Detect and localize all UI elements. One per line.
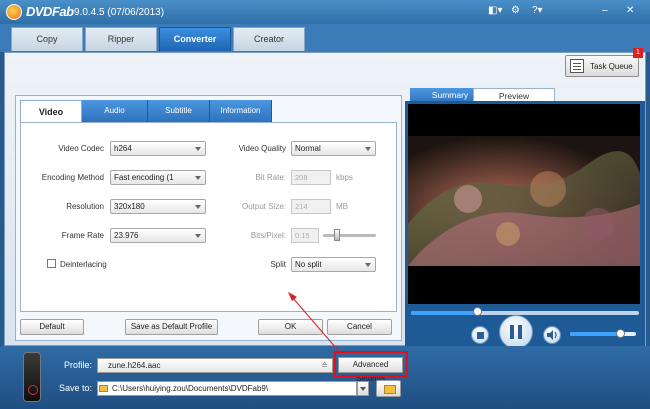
bits-pixel-field: 0.15	[291, 228, 319, 243]
zune-device-icon	[23, 352, 41, 402]
seek-handle[interactable]	[473, 307, 482, 316]
deinterlacing-label: Deinterlacing	[60, 260, 107, 269]
cancel-button[interactable]: Cancel	[327, 319, 392, 335]
bit-rate-label: Bit Rate:	[255, 173, 286, 182]
pause-icon	[510, 325, 514, 339]
chevron-down-icon	[365, 263, 371, 267]
volume-slider[interactable]	[570, 332, 636, 336]
encoding-method-label: Encoding Method	[41, 173, 104, 182]
speaker-icon	[547, 330, 557, 340]
settings-tab-bar: Video Audio Subtitle Information	[20, 100, 282, 122]
tab-information[interactable]: Information	[210, 100, 272, 122]
main-tab-bar: Copy Ripper Converter Creator	[0, 24, 650, 52]
deinterlacing-checkbox[interactable]	[47, 259, 56, 268]
video-codec-select[interactable]: h264	[110, 141, 206, 156]
save-to-path-field[interactable]: C:\Users\huiying.zou\Documents\DVDFab9\	[97, 381, 357, 396]
default-button[interactable]: Default	[20, 319, 84, 335]
view-menu-icon[interactable]: ◧▾	[488, 5, 502, 16]
video-quality-label: Video Quality	[238, 144, 286, 153]
browse-folder-button[interactable]	[376, 380, 401, 397]
bits-pixel-handle[interactable]	[334, 229, 340, 241]
video-quality-select[interactable]: Normal	[291, 141, 376, 156]
task-queue-label: Task Queue	[590, 62, 633, 71]
profile-select[interactable]: zune.h264.aac ≙	[97, 358, 333, 373]
bit-rate-unit: kbps	[336, 173, 353, 182]
pause-button[interactable]	[499, 315, 533, 349]
save-to-label: Save to:	[58, 383, 92, 393]
task-list-icon	[570, 59, 584, 73]
profile-label: Profile:	[63, 360, 92, 370]
chevron-down-icon	[365, 147, 371, 151]
settings-gear-icon[interactable]: ⚙	[511, 5, 520, 16]
split-select[interactable]: No split	[291, 257, 376, 272]
folder-icon	[99, 385, 108, 392]
split-label: Split	[270, 260, 286, 269]
tab-converter[interactable]: Converter	[159, 27, 231, 51]
frame-rate-label: Frame Rate	[61, 231, 104, 240]
tab-audio[interactable]: Audio	[82, 100, 148, 122]
output-bar: Profile: zune.h264.aac ≙ Advanced Settin…	[0, 346, 650, 409]
task-count-badge: 1	[633, 48, 643, 58]
help-icon[interactable]: ?▾	[532, 5, 543, 16]
resolution-label: Resolution	[66, 202, 104, 211]
chevron-down-icon	[195, 205, 201, 209]
frame-rate-select[interactable]: 23.976	[110, 228, 206, 243]
bit-rate-field: 208	[291, 170, 331, 185]
video-codec-label: Video Codec	[58, 144, 104, 153]
video-preview	[408, 104, 640, 304]
task-queue-button[interactable]: Task Queue	[565, 55, 639, 77]
tab-creator[interactable]: Creator	[233, 27, 305, 51]
chevron-down-icon	[195, 147, 201, 151]
seek-bar[interactable]	[411, 311, 639, 315]
tab-video[interactable]: Video	[20, 100, 82, 122]
output-size-unit: MB	[336, 202, 348, 211]
chevron-down-icon	[195, 234, 201, 238]
volume-handle[interactable]	[616, 329, 625, 338]
output-size-field: 214	[291, 199, 331, 214]
dvdfab-logo-icon	[6, 4, 22, 20]
app-version: 9.0.4.5 (07/06/2013)	[74, 7, 165, 18]
title-bar: DVDFab 9.0.4.5 (07/06/2013) ◧▾ ⚙ ?▾ – ✕	[0, 0, 650, 24]
save-default-profile-button[interactable]: Save as Default Profile	[125, 319, 218, 335]
app-name: DVDFab	[26, 4, 74, 19]
bits-pixel-slider[interactable]	[323, 234, 376, 237]
tab-ripper[interactable]: Ripper	[85, 27, 157, 51]
chevron-down-icon	[195, 176, 201, 180]
highlight-box	[334, 351, 408, 377]
tab-copy[interactable]: Copy	[11, 27, 83, 51]
stop-icon	[477, 332, 484, 339]
output-size-label: Output Size:	[241, 202, 286, 211]
resolution-select[interactable]: 320x180	[110, 199, 206, 214]
tab-subtitle[interactable]: Subtitle	[148, 100, 210, 122]
minimize-icon[interactable]: –	[602, 5, 608, 16]
encoding-method-select[interactable]: Fast encoding (1	[110, 170, 206, 185]
volume-button[interactable]	[543, 326, 561, 344]
expand-icon: ≙	[321, 361, 328, 370]
bits-pixel-label: Bits/Pixel:	[250, 231, 286, 240]
settings-panel: Video Audio Subtitle Information	[15, 95, 402, 341]
ok-button[interactable]: OK	[258, 319, 323, 335]
save-to-dropdown[interactable]	[357, 381, 369, 396]
stop-button[interactable]	[471, 326, 489, 344]
close-icon[interactable]: ✕	[626, 5, 634, 16]
preview-panel	[405, 101, 645, 349]
